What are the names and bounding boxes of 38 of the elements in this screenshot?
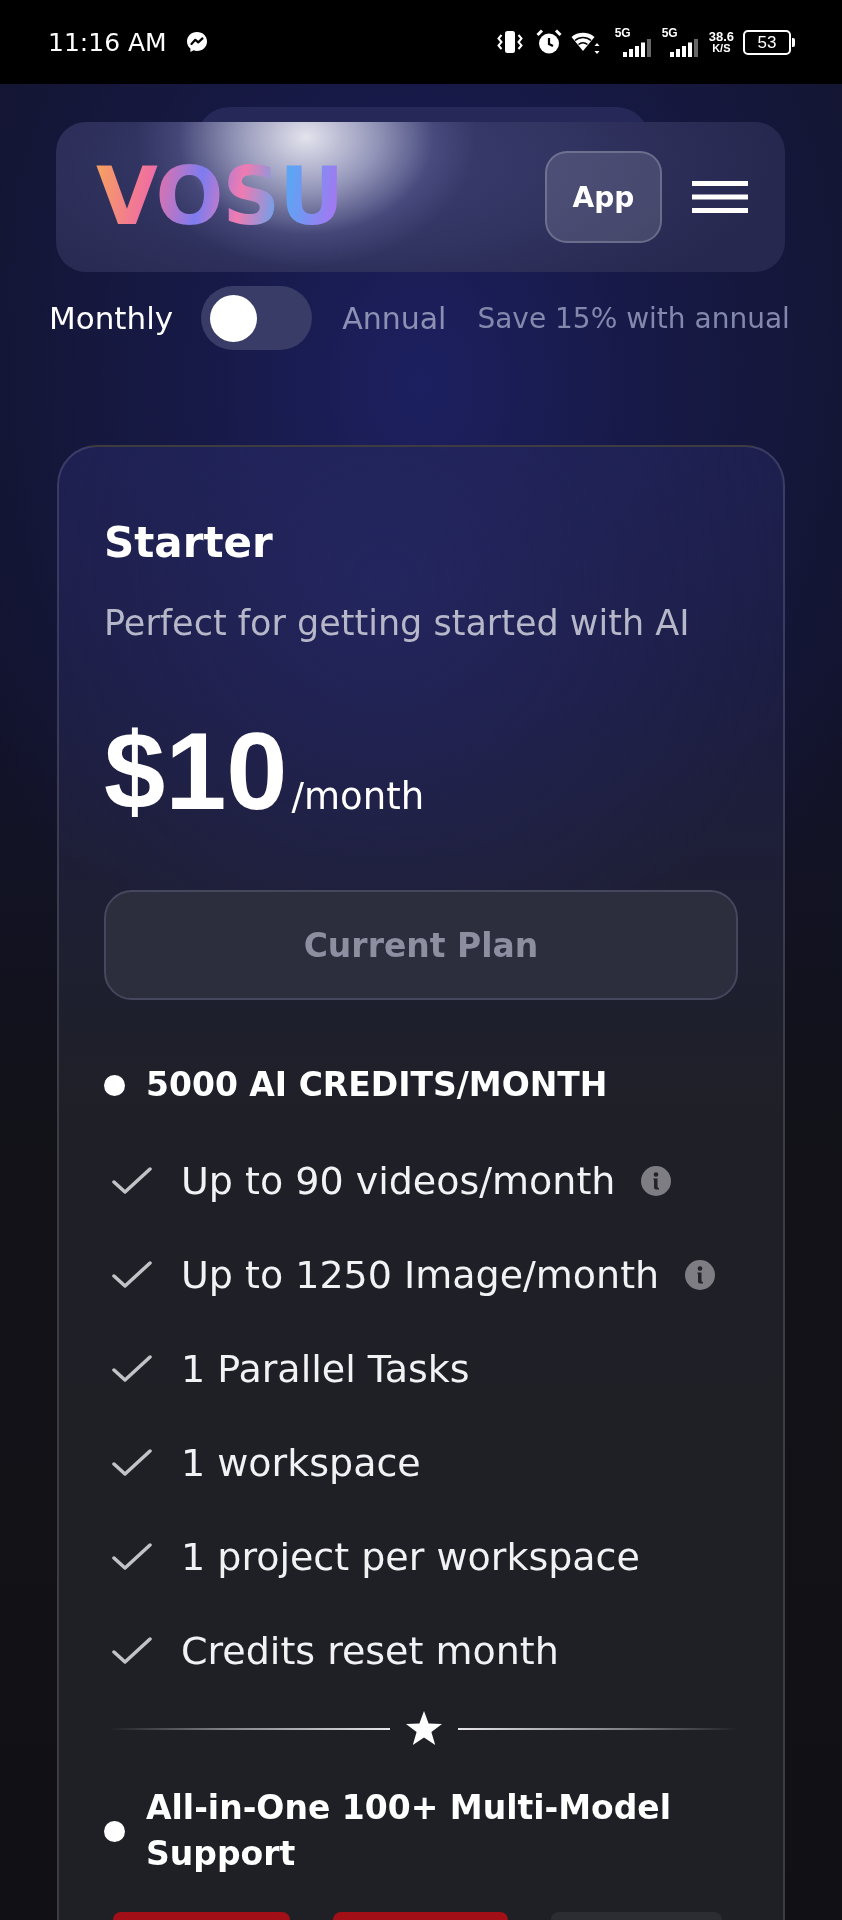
network-speed-value: 38.6 bbox=[708, 30, 734, 43]
plan-price: $10 bbox=[104, 716, 288, 826]
signal-strength-icon bbox=[622, 39, 651, 57]
feature-text: Up to 1250 Image/month bbox=[181, 1253, 660, 1297]
check-icon bbox=[112, 1449, 152, 1477]
feature-text: 1 workspace bbox=[181, 1441, 421, 1485]
network-type-label: 5G bbox=[614, 27, 631, 39]
info-icon[interactable] bbox=[641, 1166, 672, 1196]
highlight-feature: All-in-One 100+ Multi-Model Support bbox=[146, 1787, 673, 1875]
bullet-icon bbox=[104, 1820, 125, 1842]
clock-time: 11:16 AM bbox=[48, 27, 167, 57]
info-icon[interactable] bbox=[685, 1260, 716, 1290]
check-icon bbox=[112, 1637, 152, 1665]
credits-label: 5000 AI CREDITS/MONTH bbox=[146, 1064, 608, 1106]
app-button[interactable]: App bbox=[545, 151, 662, 243]
check-icon bbox=[112, 1355, 152, 1383]
network-type-label: 5G bbox=[661, 27, 678, 39]
check-icon bbox=[112, 1543, 152, 1571]
feature-text: Up to 90 videos/month bbox=[181, 1159, 616, 1203]
monthly-label[interactable]: Monthly bbox=[49, 300, 174, 336]
check-icon bbox=[112, 1261, 152, 1289]
vibrate-icon bbox=[495, 29, 524, 55]
feature-text: 1 project per workspace bbox=[181, 1535, 640, 1579]
network-speed-unit: K/S bbox=[712, 43, 731, 54]
star-icon bbox=[404, 1710, 443, 1748]
savings-note: Save 15% with annual bbox=[477, 301, 790, 335]
price-period: /month bbox=[291, 775, 425, 818]
feature-text: Credits reset month bbox=[181, 1629, 559, 1673]
feature-text: 1 Parallel Tasks bbox=[181, 1347, 470, 1391]
chat-bubble-icon bbox=[185, 31, 208, 53]
alarm-clock-icon bbox=[535, 29, 562, 55]
plan-name: Starter bbox=[104, 517, 274, 569]
bullet-icon bbox=[104, 1074, 125, 1096]
plan-description: Perfect for getting started with AI bbox=[104, 602, 691, 645]
check-icon bbox=[112, 1167, 152, 1195]
menu-icon[interactable] bbox=[692, 181, 748, 213]
signal-strength-icon bbox=[669, 39, 698, 57]
annual-label[interactable]: Annual bbox=[342, 300, 447, 336]
